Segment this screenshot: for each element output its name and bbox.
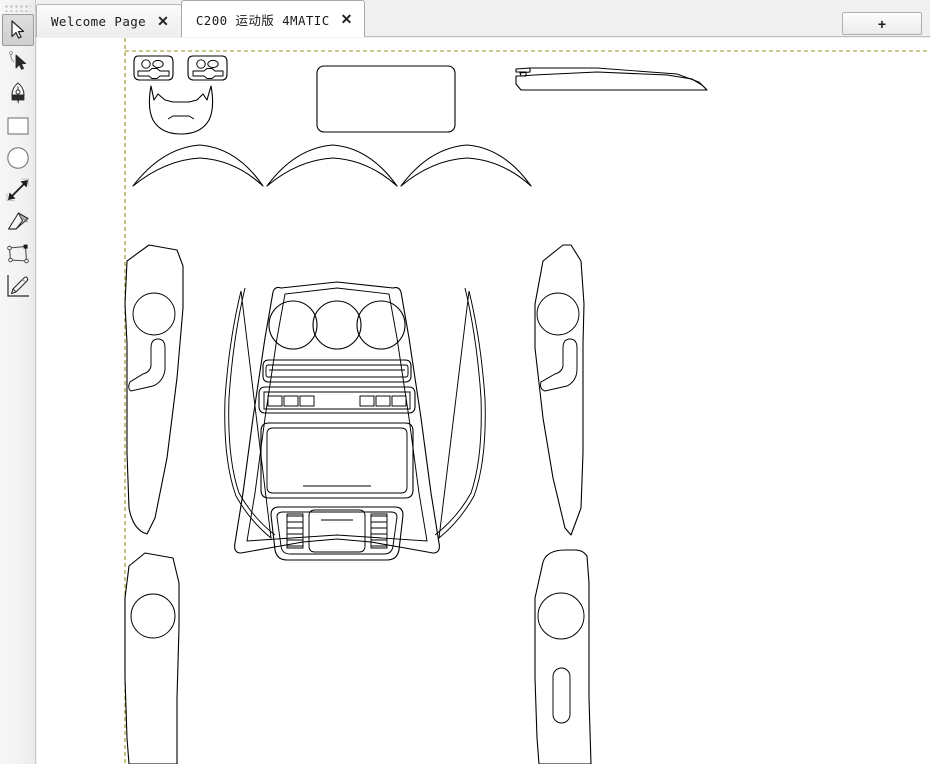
cursor-arrow-icon [7,19,29,41]
direct-select-icon [6,50,30,74]
tab-close-icon[interactable]: ✕ [339,11,355,27]
left-toolbar [0,0,36,764]
tool-highlighter[interactable] [2,270,34,302]
console-screen [261,423,413,498]
steering-wheel-switch-right[interactable] [188,56,227,80]
ellipse-icon [5,145,31,171]
tool-select[interactable] [2,14,34,46]
console-dial-2 [313,301,361,349]
eraser-icon [5,210,31,234]
pen-nib-icon [6,81,30,107]
tool-ellipse[interactable] [2,142,34,174]
steering-wheel-switch-left[interactable] [134,56,173,80]
console-dial-1 [269,301,317,349]
highlighter-icon [5,273,31,299]
tab-close-icon[interactable]: ✕ [155,13,171,29]
tool-eraser[interactable] [2,206,34,238]
air-vent-arc-2[interactable] [267,145,397,186]
vector-drawing-canvas[interactable] [37,38,930,764]
tool-direct-select[interactable] [2,46,34,78]
tool-rectangle[interactable] [2,110,34,142]
tab-bar: Welcome Page ✕ C200 运动版 4MATIC ✕ + [36,0,930,37]
grip-dots [5,5,31,12]
tool-edit-nodes[interactable] [2,238,34,270]
console-button-row [259,387,415,413]
console-dial-3 [357,301,405,349]
tab-label: C200 运动版 4MATIC [196,10,330,29]
polygon-nodes-icon [5,242,31,266]
air-vent-arc-3[interactable] [401,145,531,186]
center-console[interactable] [235,282,440,560]
door-panel-front-right[interactable] [535,245,584,535]
console-vent-bar [263,360,411,382]
steering-wheel-trim[interactable] [149,86,212,134]
tab-label: Welcome Page [51,14,146,29]
door-panel-rear-left[interactable] [125,553,179,764]
tool-pen[interactable] [2,78,34,110]
new-tab-button[interactable]: + [842,12,922,35]
dashboard-panel[interactable] [317,66,455,132]
tab-c200-4matic[interactable]: C200 运动版 4MATIC ✕ [181,0,366,37]
tab-strip: Welcome Page ✕ C200 运动版 4MATIC ✕ [36,0,365,37]
console-shifter-plate [271,507,403,560]
door-panel-rear-right[interactable] [535,550,591,764]
door-panel-front-left[interactable] [125,245,183,534]
air-vent-arc-1[interactable] [133,145,263,186]
drawing-surface[interactable] [37,38,930,764]
application-window: Welcome Page ✕ C200 运动版 4MATIC ✕ + [0,0,930,764]
toolbar-drag-grip[interactable] [3,2,33,14]
double-arrow-icon [5,177,31,203]
console-trim-strip-right[interactable] [435,288,485,538]
tab-welcome-page[interactable]: Welcome Page ✕ [36,4,182,37]
tool-measure[interactable] [2,174,34,206]
dash-strip-long[interactable] [516,68,707,90]
rectangle-icon [5,114,31,138]
